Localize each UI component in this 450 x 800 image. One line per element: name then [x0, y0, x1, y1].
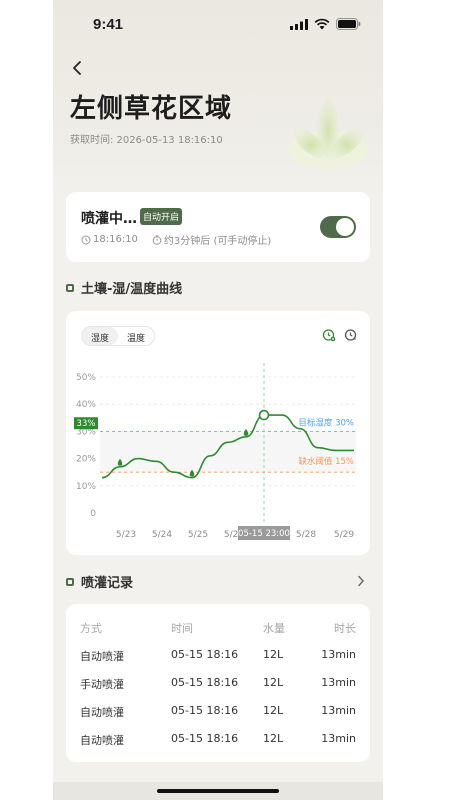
row-duration: 13min [321, 732, 356, 745]
chevron-left-icon [73, 61, 81, 75]
row-method: 手动喷灌 [80, 678, 124, 691]
spray-meta: 18:16:10 约3分钟后 (可手动停止) [81, 232, 271, 247]
chart-section-title: 土壤-湿/温度曲线 [81, 282, 183, 297]
x-tick-label: 5/24 [152, 530, 172, 540]
row-time: 05-15 18:16 [171, 648, 239, 661]
row-time: 05-15 18:16 [171, 732, 239, 745]
home-indicator[interactable] [157, 789, 279, 793]
spray-toggle[interactable] [320, 216, 356, 238]
spray-status-title: 喷灌中… [81, 211, 137, 227]
clock-icon [81, 235, 91, 245]
section-marker-icon [66, 283, 74, 292]
col-method: 方式 [80, 622, 102, 635]
page-title: 左侧草花区域 [70, 94, 233, 124]
row-method: 自动喷灌 [80, 706, 124, 719]
back-button[interactable] [65, 56, 89, 80]
tab-temperature[interactable]: 温度 [118, 327, 154, 345]
status-bar: 9:41 [53, 0, 383, 50]
table-row: 手动喷灌 05-15 18:16 12L 13min [80, 676, 356, 696]
tooltip-label: 05-15 23:00 [238, 529, 290, 539]
table-header: 方式 时间 水量 时长 [80, 620, 356, 640]
row-method: 自动喷灌 [80, 734, 124, 747]
records-table: 方式 时间 水量 时长 自动喷灌 05-15 18:16 12L 13min 手… [66, 604, 370, 762]
y-tick-label: 40% [76, 400, 96, 410]
spray-remaining: 约3分钟后 (可手动停止) [163, 236, 272, 247]
row-method: 自动喷灌 [80, 650, 124, 663]
records-more-button[interactable] [357, 572, 365, 591]
current-value-label: 33% [77, 419, 96, 429]
auto-badge: 自动开启 [140, 208, 183, 225]
status-time: 9:41 [93, 16, 124, 33]
water-drop-icon [243, 428, 249, 436]
x-tick-label: 5/25 [188, 530, 208, 540]
chart-card: 湿度 温度 50% 40% 30% 20% 10% 0 目标湿度 30% 缺水阈值 15% 33… [66, 311, 370, 555]
wifi-icon [314, 18, 330, 30]
row-duration: 13min [321, 676, 356, 689]
signal-icon [290, 18, 308, 30]
add-schedule-icon[interactable] [322, 328, 336, 342]
records-section-header: 喷灌记录 [66, 572, 133, 591]
toggle-knob [336, 218, 354, 236]
x-tick-label: 5/23 [116, 530, 136, 540]
threshold-label: 缺水阈值 15% [298, 456, 354, 467]
y-tick-label: 0 [90, 509, 96, 519]
table-row: 自动喷灌 05-15 18:16 12L 13min [80, 732, 356, 752]
row-time: 05-15 18:16 [171, 676, 239, 689]
row-volume: 12L [263, 732, 284, 745]
data-point-highlight [258, 409, 270, 421]
row-duration: 13min [321, 704, 356, 717]
metric-switch: 湿度 温度 [81, 326, 156, 346]
row-duration: 13min [321, 648, 356, 661]
history-icon[interactable] [344, 328, 358, 342]
fetch-time: 获取时间: 2026-05-13 18:16:10 [70, 135, 223, 146]
timer-icon [152, 234, 162, 245]
row-time: 05-15 18:16 [171, 704, 239, 717]
flower-decoration [288, 96, 368, 170]
target-label: 目标湿度 30% [298, 417, 354, 428]
chevron-right-icon [358, 575, 364, 587]
table-row: 自动喷灌 05-15 18:16 12L 13min [80, 704, 356, 724]
y-tick-label: 20% [76, 455, 96, 465]
table-row: 自动喷灌 05-15 18:16 12L 13min [80, 648, 356, 668]
phone-screen: 9:41 左侧草花区域 获取时间: 2026-05-13 18:16:10 喷灌… [53, 0, 383, 800]
humidity-chart: 50%40%30%20%10%0目标湿度 30%缺水阈值 15%33%5/23 5… [74, 363, 356, 540]
chart-actions [322, 328, 358, 342]
spray-start-time: 18:16:10 [93, 234, 138, 245]
x-tick-label: 5/29 [334, 530, 354, 540]
y-tick-label: 50% [76, 373, 96, 383]
row-volume: 12L [263, 648, 284, 661]
x-tick-label: 5/28 [296, 530, 316, 540]
records-section-title: 喷灌记录 [81, 576, 134, 591]
section-marker-icon [66, 577, 74, 586]
col-duration: 时长 [334, 622, 356, 635]
row-volume: 12L [263, 704, 284, 717]
spray-status-card: 喷灌中… 自动开启 18:16:10 约3分钟后 (可手动停止) [66, 192, 370, 262]
row-volume: 12L [263, 676, 284, 689]
tab-humidity[interactable]: 湿度 [82, 327, 119, 345]
col-volume: 水量 [263, 622, 285, 635]
chart-section-header: 土壤-湿/温度曲线 [66, 278, 182, 297]
battery-icon [336, 18, 361, 30]
status-icons [290, 18, 361, 30]
y-tick-label: 10% [76, 482, 96, 492]
col-time: 时间 [171, 622, 193, 635]
